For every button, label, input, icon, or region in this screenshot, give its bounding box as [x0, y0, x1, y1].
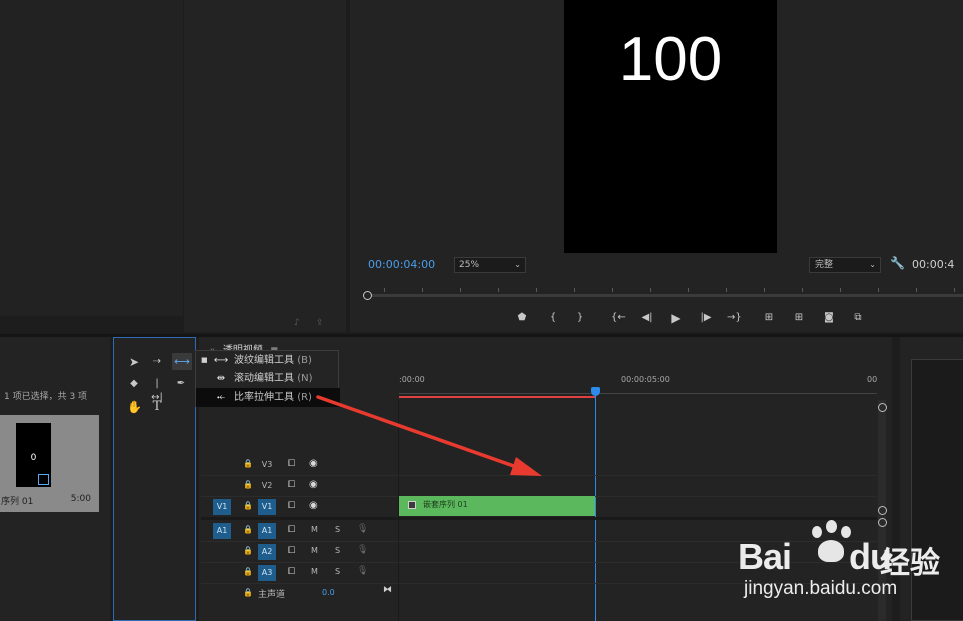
baidu-watermark: Bai du 经验 jingyan.baidu.com: [738, 518, 960, 606]
brand-text: Bai: [738, 536, 792, 577]
watermark-url: jingyan.baidu.com: [744, 578, 898, 599]
watermark-brand-cn: 经验: [880, 546, 940, 581]
watermark-brand: Bai du: [738, 536, 892, 578]
